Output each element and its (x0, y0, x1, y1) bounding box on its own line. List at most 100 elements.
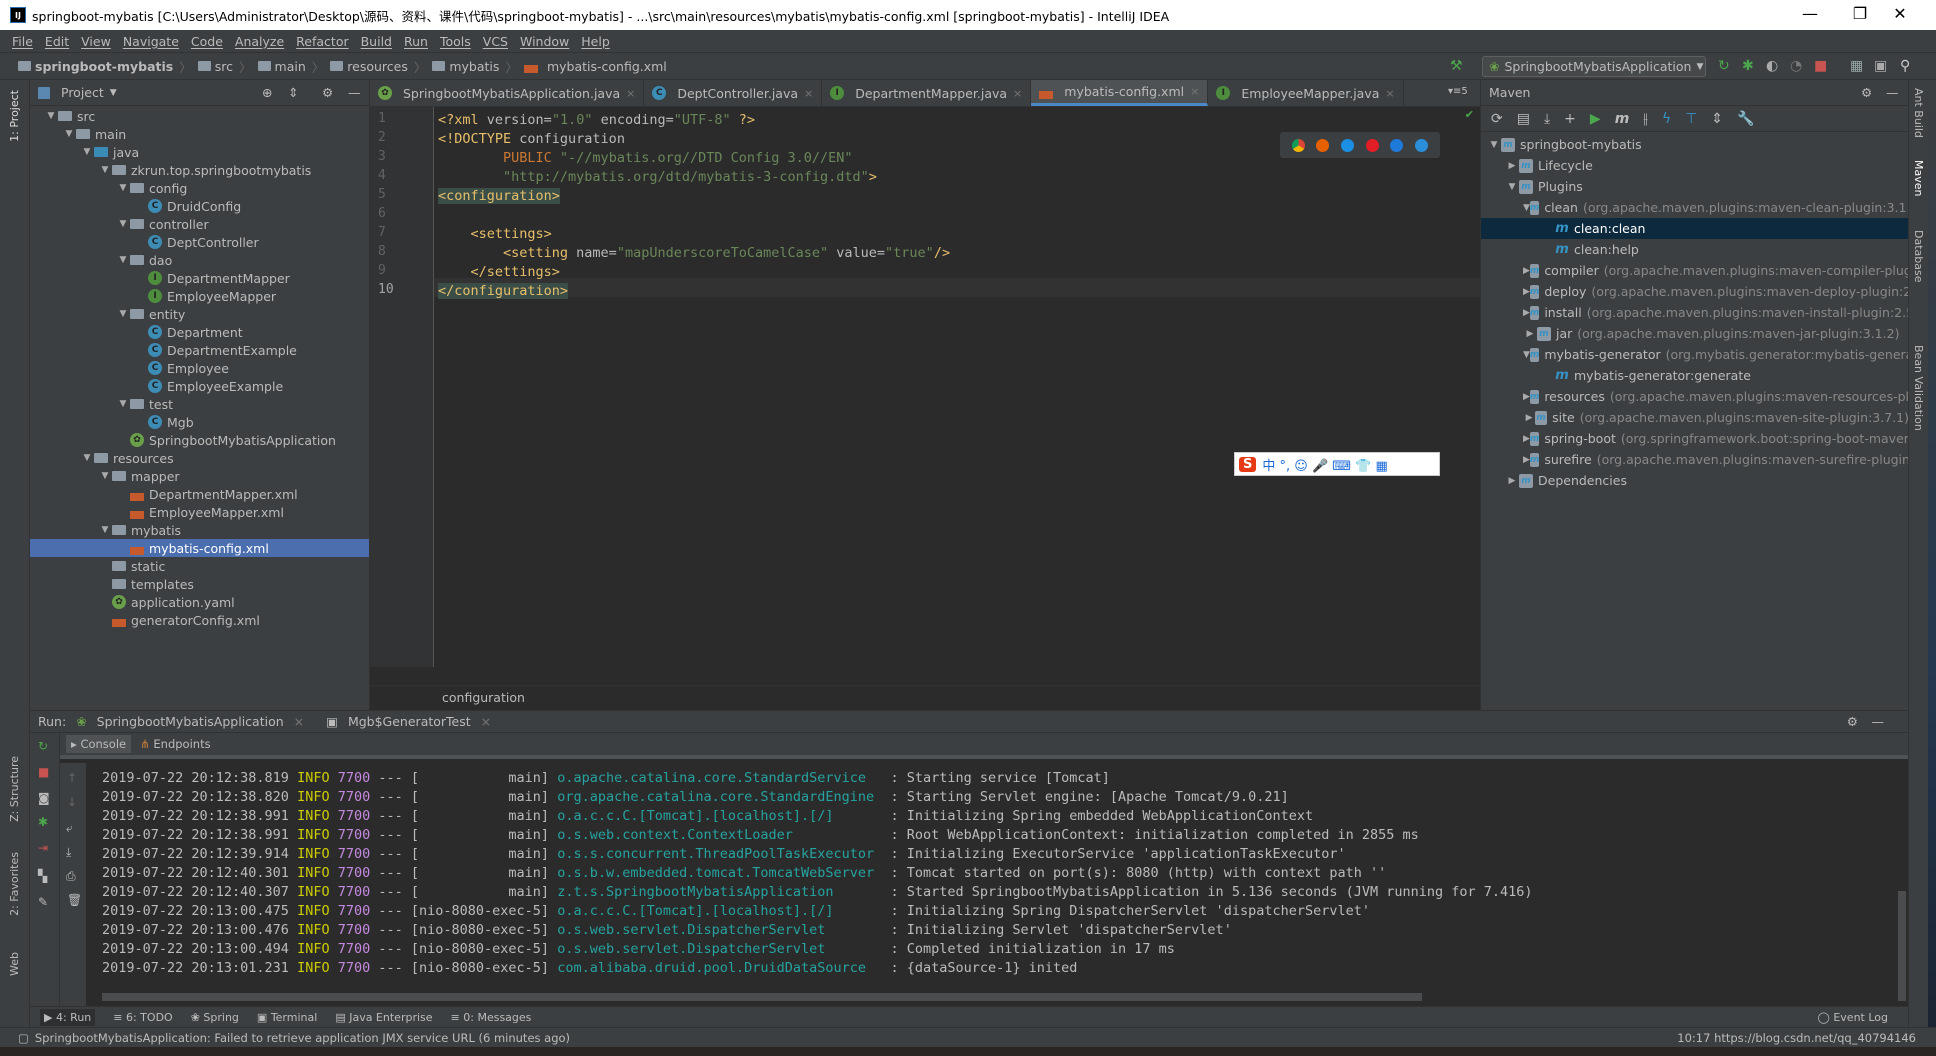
ie-icon[interactable] (1390, 138, 1404, 152)
maven-tree-item[interactable]: ▶ m Dependencies (1481, 470, 1908, 491)
code-line[interactable]: <?xml version="1.0" encoding="UTF-8" ?> (438, 111, 755, 130)
close-icon[interactable]: × (481, 714, 491, 729)
bean-validation-tool-button[interactable]: Bean Validation (1912, 345, 1925, 431)
collapse-all-icon[interactable]: ⇕ (288, 85, 298, 100)
java-enterprise-tool-button[interactable]: ▤ Java Enterprise (335, 1011, 432, 1024)
expand-arrow-icon[interactable]: ▶ (1523, 287, 1530, 297)
expand-arrow-icon[interactable]: ▶ (1505, 161, 1519, 171)
exit-icon[interactable]: ⇥ (38, 841, 48, 855)
skip-tests-icon[interactable]: ϟ (1662, 111, 1671, 127)
firefox-icon[interactable] (1316, 138, 1330, 152)
breadcrumb-item[interactable]: main (257, 59, 306, 74)
collapse-all-icon[interactable]: ⇕ (1711, 111, 1723, 127)
database-tool-button[interactable]: Database (1912, 230, 1925, 283)
close-icon[interactable]: × (294, 714, 304, 729)
tab-overflow-button[interactable]: ▾≡5 (1448, 86, 1468, 97)
tree-item[interactable]: ▼ resources (30, 449, 369, 467)
trash-icon[interactable]: 🗑 (67, 893, 82, 907)
tree-item[interactable]: ▼ main (30, 125, 369, 143)
web-tool-button[interactable]: Web (8, 952, 21, 976)
maven-tree-item[interactable]: ▶ m resources (org.apache.maven.plugins:mav… (1481, 386, 1908, 407)
layout-icon[interactable]: ▚ (38, 869, 47, 883)
maven-tree-item[interactable]: ▶ m jar (org.apache.maven.plugins:maven-jar… (1481, 323, 1908, 344)
expand-arrow-icon[interactable]: ▼ (116, 219, 130, 229)
expand-arrow-icon[interactable]: ▼ (62, 129, 76, 139)
expand-arrow-icon[interactable]: ▼ (1523, 350, 1530, 360)
gear-icon[interactable]: ⚙ (322, 85, 333, 100)
expand-arrow-icon[interactable]: ▶ (1523, 392, 1530, 402)
menu-edit[interactable]: Edit (45, 34, 69, 49)
tree-item[interactable]: mybatis-config.xml (30, 539, 369, 557)
maven-tree-item[interactable]: ▼ m clean (org.apache.maven.plugins:maven-c… (1481, 197, 1908, 218)
expand-arrow-icon[interactable]: ▼ (98, 471, 112, 481)
project-structure-icon[interactable]: ▦ (1850, 58, 1863, 74)
expand-arrow-icon[interactable]: ▼ (44, 111, 58, 121)
terminal-tool-button[interactable]: ▣ Terminal (257, 1011, 317, 1024)
tree-item[interactable]: C DeptController (30, 233, 369, 251)
todo-tool-button[interactable]: ≡ 6: TODO (113, 1011, 172, 1024)
tree-item[interactable]: C Mgb (30, 413, 369, 431)
debug-icon[interactable]: ✱ (38, 815, 48, 829)
tree-item[interactable]: DepartmentMapper.xml (30, 485, 369, 503)
close-icon[interactable]: × (1013, 87, 1022, 100)
tree-item[interactable]: ▼ test (30, 395, 369, 413)
tree-item[interactable]: static (30, 557, 369, 575)
close-icon[interactable]: × (626, 87, 635, 100)
menu-analyze[interactable]: Analyze (235, 34, 284, 49)
close-icon[interactable]: × (804, 87, 813, 100)
tree-item[interactable]: I DepartmentMapper (30, 269, 369, 287)
editor-tab[interactable]: I EmployeeMapper.java × (1208, 80, 1404, 106)
rerun-icon[interactable]: ↻ (38, 739, 48, 753)
spring-tool-button[interactable]: ❀ Spring (191, 1011, 239, 1024)
toggle-offline-icon[interactable]: ⫲ (1643, 111, 1648, 127)
maven-tree-item[interactable]: ▼ m Plugins (1481, 176, 1908, 197)
safari-icon[interactable] (1341, 138, 1355, 152)
rerun-icon[interactable]: ↻ (1718, 58, 1730, 74)
show-dependencies-icon[interactable]: ⊤ (1685, 111, 1697, 127)
editor-tab[interactable]: mybatis-config.xml × (1031, 80, 1209, 106)
breadcrumb-item[interactable]: mybatis (432, 59, 499, 74)
expand-arrow-icon[interactable]: ▶ (1523, 434, 1530, 444)
debug-icon[interactable]: ✱ (1742, 58, 1754, 74)
run-tab-generator-test[interactable]: Mgb$GeneratorTest (348, 714, 471, 729)
stop-icon[interactable]: ■ (38, 765, 49, 779)
build-hammer-icon[interactable]: ⚒ (1450, 58, 1463, 74)
expand-arrow-icon[interactable]: ▶ (1523, 413, 1535, 423)
messages-tool-button[interactable]: ≡ 0: Messages (451, 1011, 532, 1024)
status-message[interactable]: SpringbootMybatisApplication: Failed to … (35, 1031, 570, 1045)
expand-arrow-icon[interactable]: ▶ (1523, 266, 1530, 276)
presentation-icon[interactable]: ▣ (1874, 58, 1887, 74)
expand-arrow-icon[interactable]: ▶ (1523, 308, 1530, 318)
maven-tree-item[interactable]: ▼ m springboot-mybatis (1481, 134, 1908, 155)
code-line[interactable]: <configuration> (438, 187, 560, 206)
down-arrow-icon[interactable]: ↓ (67, 795, 77, 809)
edge-icon[interactable] (1415, 138, 1429, 152)
code-line[interactable]: PUBLIC "-//mybatis.org//DTD Config 3.0//… (438, 149, 853, 168)
tree-item[interactable]: ✿ SpringbootMybatisApplication (30, 431, 369, 449)
expand-arrow-icon[interactable]: ▼ (98, 525, 112, 535)
tab-console[interactable]: ▸ Console (66, 735, 132, 753)
expand-arrow-icon[interactable]: ▼ (1523, 203, 1530, 213)
tree-item[interactable]: C DruidConfig (30, 197, 369, 215)
maven-tree-item[interactable]: ▶ m Lifecycle (1481, 155, 1908, 176)
expand-arrow-icon[interactable]: ▼ (80, 453, 94, 463)
tree-item[interactable]: I EmployeeMapper (30, 287, 369, 305)
chrome-icon[interactable] (1291, 138, 1305, 152)
soft-wrap-icon[interactable]: ⤶ (66, 821, 73, 836)
code-line[interactable]: "http://mybatis.org/dtd/mybatis-3-config… (438, 168, 877, 187)
menu-run[interactable]: Run (404, 34, 428, 49)
coverage-icon[interactable]: ◐ (1766, 58, 1778, 74)
menu-tools[interactable]: Tools (440, 34, 471, 49)
minimize-button[interactable]: — (1790, 4, 1830, 23)
project-view-selector[interactable]: Project (61, 85, 104, 100)
locate-icon[interactable]: ⊕ (262, 85, 272, 100)
tree-item[interactable]: ▼ src (30, 107, 369, 125)
tree-item[interactable]: ▼ mybatis (30, 521, 369, 539)
tree-item[interactable]: ▼ entity (30, 305, 369, 323)
add-icon[interactable]: + (1564, 111, 1576, 127)
project-tool-button[interactable]: 1: Project (8, 90, 21, 142)
horizontal-scrollbar[interactable] (102, 993, 1422, 1001)
breadcrumb-item[interactable]: src (197, 59, 233, 74)
breadcrumb-item[interactable]: resources (330, 59, 408, 74)
up-arrow-icon[interactable]: ↑ (67, 771, 77, 785)
